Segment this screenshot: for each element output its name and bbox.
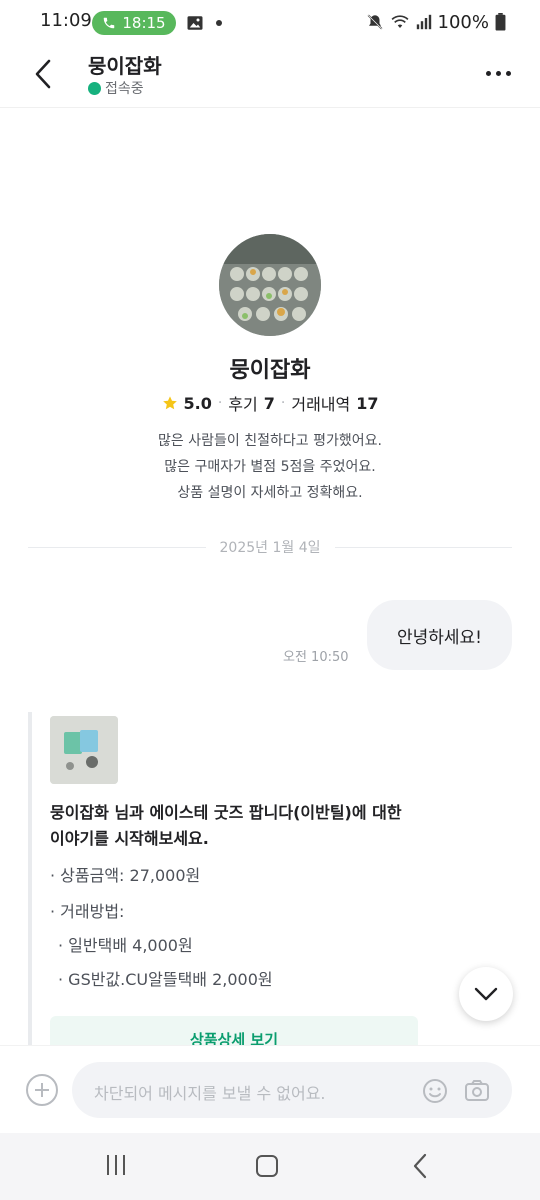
seller-avatar[interactable] [219,234,321,336]
date-divider: 2025년 1월 4일 [28,536,513,558]
card-intro-text: 뭉이잡화 님과 에이스테 굿즈 팝니다(이반틸)에 대한 이야기를 시작해보세요… [50,803,402,848]
online-status-text: 접속중 [105,81,144,97]
message-input-bar: 차단되어 메시지를 보낼 수 없어요. [0,1045,540,1133]
profile-name: 뭉이잡화 [229,358,311,383]
scroll-to-bottom-button[interactable] [459,967,513,1021]
emoji-icon[interactable] [422,1078,448,1104]
plus-icon [35,1083,49,1097]
home-button[interactable] [256,1155,278,1177]
more-options-button[interactable] [482,58,514,88]
battery-percent: 100% [437,11,489,33]
gallery-icon [187,16,203,30]
product-image [50,716,118,784]
reviews-count: 7 [263,393,275,413]
status-bar: 11:09 18:15 100% [0,0,540,46]
battery-icon [495,13,506,31]
chat-header: 뭉이잡화 접속중 [0,46,540,108]
more-dot-icon [485,70,491,76]
review-line: 많은 사람들이 친절하다고 평가했어요. [158,433,382,449]
online-dot-icon [88,81,101,95]
method-item: · GS반값.CU알뜰택배 2,000원 [58,970,273,989]
chevron-left-icon [35,59,51,89]
divider-line [28,546,206,548]
rating-value: 5.0 [183,393,212,413]
seller-stats: 5.0 · 후기 7 · 거래내역 17 [0,391,540,415]
chat-date: 2025년 1월 4일 [219,540,321,556]
product-thumbnail[interactable] [50,716,118,784]
recent-apps-icon [107,1155,109,1175]
notification-dot [216,20,222,26]
star-icon [162,396,177,410]
message-input[interactable]: 차단되어 메시지를 보낼 수 없어요. [72,1062,512,1118]
review-line: 많은 구매자가 별점 5점을 주었어요. [164,459,376,475]
method-label: · 거래방법: [50,902,125,921]
chevron-down-icon [474,987,498,1001]
back-button[interactable] [26,54,60,94]
recent-apps-button[interactable] [105,1155,127,1177]
call-timer-pill[interactable]: 18:15 [92,11,176,35]
mute-icon [367,14,382,30]
my-message-bubble[interactable]: 안녕하세요! [367,600,512,670]
input-placeholder: 차단되어 메시지를 보낼 수 없어요. [94,1084,326,1103]
attach-button[interactable] [26,1074,58,1106]
camera-icon[interactable] [464,1077,490,1103]
price-line: · 상품금액: 27,000원 [50,866,201,885]
divider-line [334,546,513,548]
call-timer: 18:15 [122,14,166,32]
phone-icon [104,17,115,29]
status-right-icons: 100% [366,11,506,33]
message-time: 오전 10:50 [283,650,349,665]
trades-count: 17 [356,393,379,413]
system-nav-bar [0,1133,540,1200]
product-intro-card: 뭉이잡화 님과 에이스테 굿즈 팝니다(이반틸)에 대한 이야기를 시작해보세요… [28,712,428,1064]
signal-icon [416,14,431,30]
status-time: 11:09 [40,10,92,31]
avatar-image [219,234,321,336]
separator-dot: · [217,395,223,411]
wifi-icon [391,15,408,28]
method-item: · 일반택배 4,000원 [58,936,193,955]
chat-partner-name: 뭉이잡화 [88,54,162,78]
nav-back-icon[interactable] [410,1153,430,1179]
online-status: 접속중 [88,78,144,98]
review-line: 상품 설명이 자세하고 정확해요. [177,485,363,501]
reviews-label: 후기 [228,395,258,414]
review-summary: 많은 사람들이 친절하다고 평가했어요. 많은 구매자가 별점 5점을 주었어요… [0,428,540,506]
separator-dot: · [280,395,286,411]
trades-label: 거래내역 [291,395,351,414]
